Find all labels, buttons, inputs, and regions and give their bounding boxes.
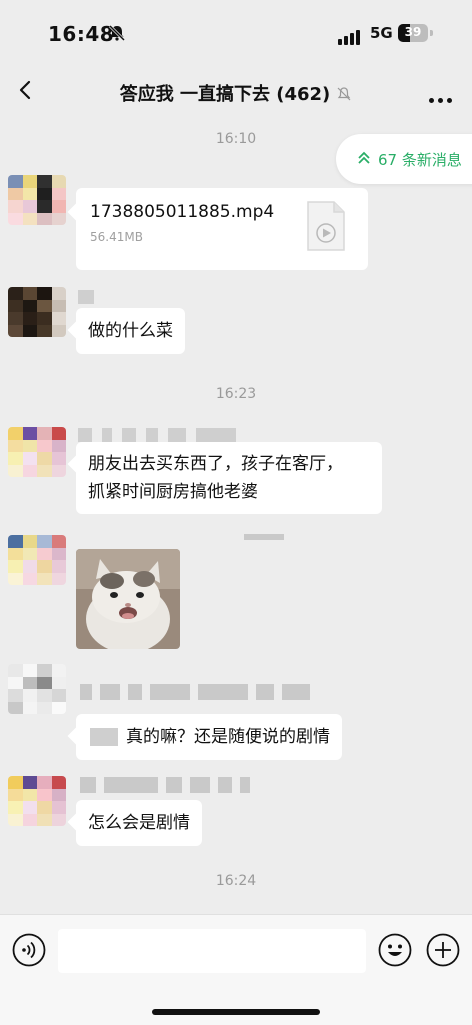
- avatar[interactable]: [8, 535, 66, 585]
- battery-icon: 39: [398, 24, 428, 42]
- plus-icon[interactable]: [426, 933, 460, 967]
- message-text: 真的嘛？还是随便说的剧情: [126, 727, 330, 747]
- avatar[interactable]: [8, 427, 66, 477]
- bell-muted-icon: [108, 24, 126, 42]
- sender-name: [80, 777, 258, 796]
- video-file-icon: [307, 201, 345, 251]
- sender-name: [80, 684, 318, 703]
- message-text: 怎么会是剧情: [88, 813, 190, 833]
- timestamp: 16:23: [215, 386, 257, 402]
- more-options-icon[interactable]: [425, 88, 452, 107]
- voice-input-icon[interactable]: [12, 933, 46, 967]
- battery-level: 39: [404, 25, 422, 39]
- message-text: 朋友出去买东西了，孩子在客厅， 抓紧时间厨房搞他老婆: [88, 454, 343, 502]
- file-size: 56.41MB: [90, 230, 143, 244]
- mute-icon: [337, 87, 351, 101]
- input-bar: [0, 914, 472, 1025]
- timestamp: 16:10: [215, 131, 257, 147]
- home-indicator: [152, 1009, 320, 1015]
- network-type: 5G: [370, 24, 393, 42]
- cat-sticker-image[interactable]: [76, 549, 180, 649]
- sender-name: [244, 534, 292, 553]
- message-bubble[interactable]: 真的嘛？还是随便说的剧情: [76, 714, 342, 760]
- message-bubble[interactable]: 朋友出去买东西了，孩子在客厅， 抓紧时间厨房搞他老婆: [76, 442, 382, 514]
- emoji-icon[interactable]: [378, 933, 412, 967]
- avatar[interactable]: [8, 776, 66, 826]
- signal-icon: [338, 26, 362, 45]
- message-input[interactable]: [58, 929, 366, 973]
- file-message[interactable]: 1738805011885.mp4 56.41MB: [76, 188, 368, 270]
- double-chevron-up-icon: [358, 151, 370, 164]
- avatar[interactable]: [8, 287, 66, 337]
- message-text: 做的什么菜: [88, 321, 173, 341]
- file-name: 1738805011885.mp4: [90, 202, 275, 222]
- status-bar: 16:48 5G 39: [0, 0, 472, 64]
- new-messages-label: 67 条新消息: [378, 151, 462, 169]
- chat-title-wrap[interactable]: 答应我 一直搞下去 (462): [0, 80, 472, 106]
- chat-header: 答应我 一直搞下去 (462): [0, 64, 472, 120]
- clock: 16:48: [48, 22, 115, 46]
- avatar[interactable]: [8, 664, 66, 714]
- chat-title: 答应我 一直搞下去 (462): [119, 84, 331, 105]
- sender-name: [78, 290, 104, 308]
- avatar[interactable]: [8, 175, 66, 225]
- message-bubble[interactable]: 怎么会是剧情: [76, 800, 202, 846]
- timestamp: 16:24: [215, 873, 257, 889]
- message-bubble[interactable]: 做的什么菜: [76, 308, 185, 354]
